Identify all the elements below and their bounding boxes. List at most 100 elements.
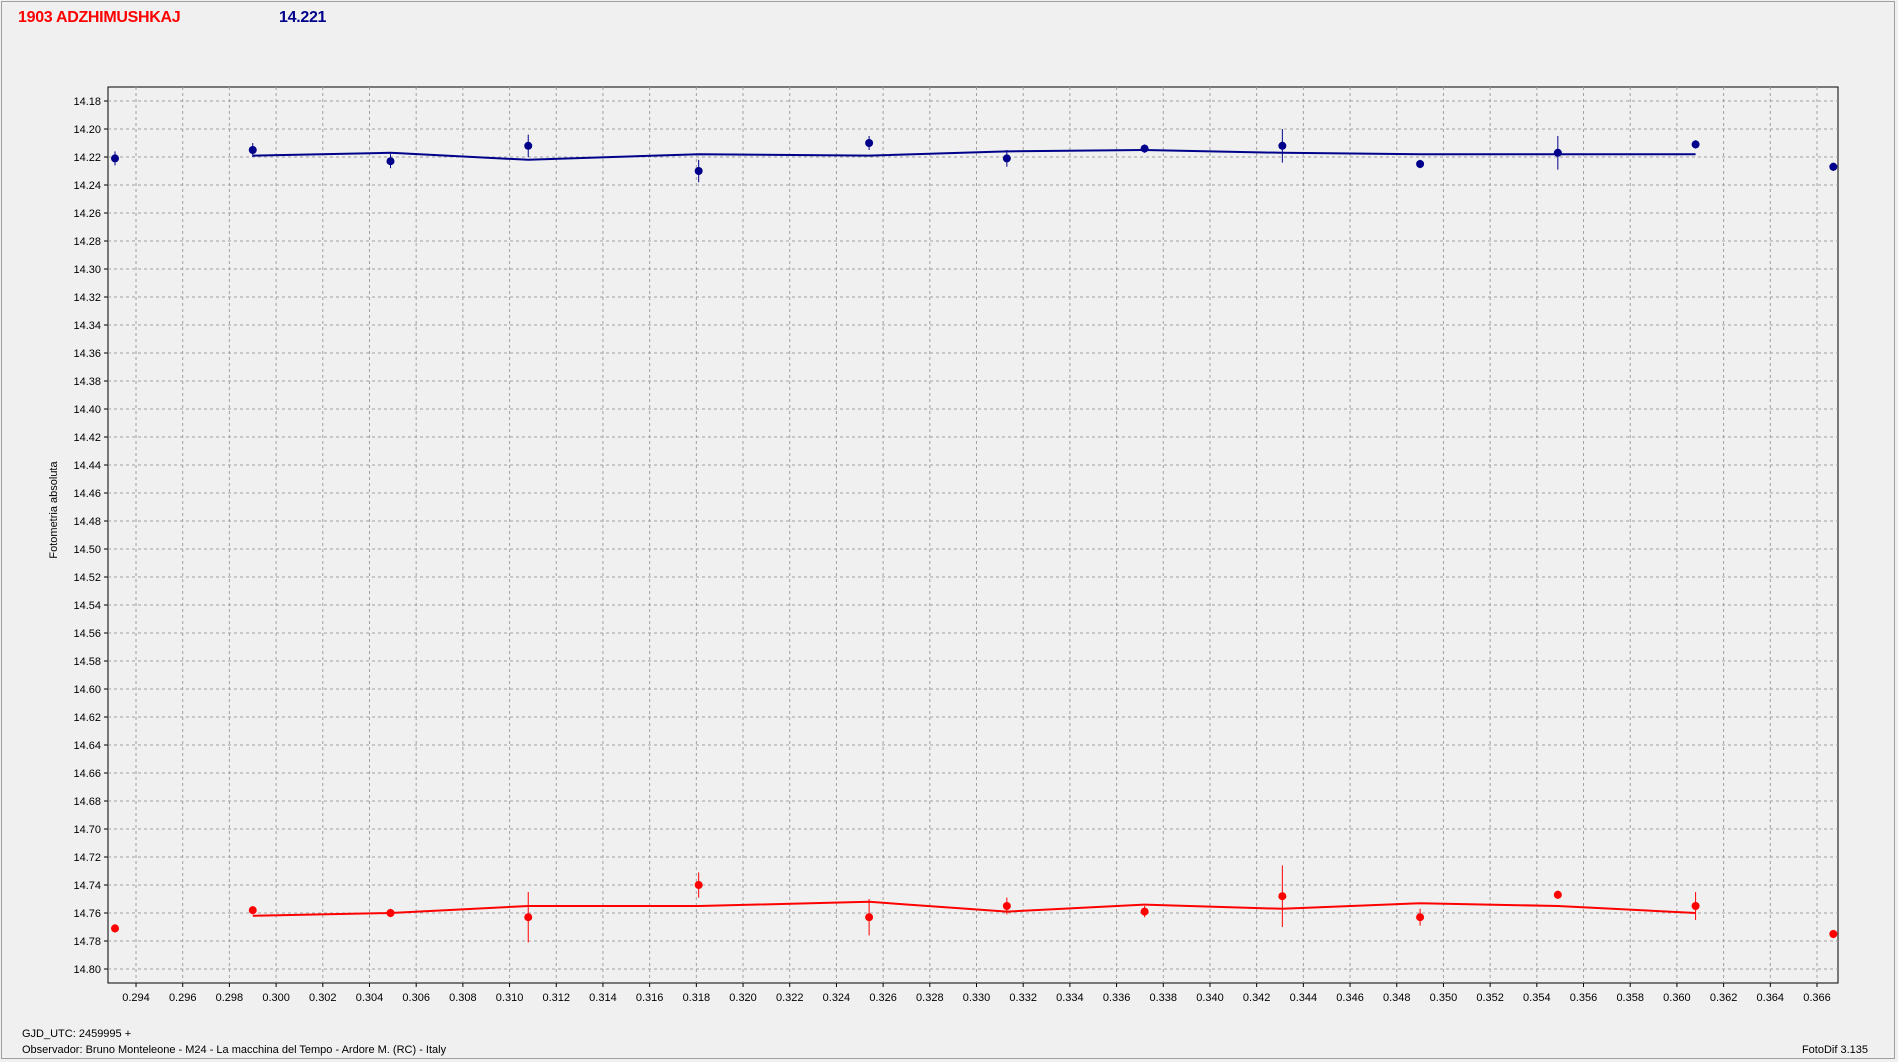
- data-point: [1829, 162, 1838, 171]
- data-point: [1691, 140, 1700, 149]
- data-point: [386, 157, 395, 166]
- data-point: [694, 881, 703, 889]
- x-tick-label: 0.360: [1663, 992, 1691, 1004]
- data-point: [1553, 148, 1562, 157]
- x-tick-label: 0.304: [356, 992, 384, 1004]
- x-tick-label: 0.354: [1523, 992, 1551, 1004]
- y-tick-label: 14.42: [73, 432, 101, 444]
- data-point: [524, 141, 533, 150]
- y-tick-label: 14.80: [73, 964, 101, 976]
- x-tick-label: 0.328: [916, 992, 944, 1004]
- x-tick-label: 0.312: [542, 992, 570, 1004]
- y-tick-label: 14.56: [73, 628, 101, 640]
- y-tick-label: 14.32: [73, 292, 101, 304]
- data-point: [1278, 892, 1287, 901]
- y-tick-label: 14.22: [73, 152, 101, 164]
- data-point: [1691, 902, 1700, 910]
- x-tick-label: 0.340: [1196, 992, 1224, 1004]
- data-point: [1140, 907, 1149, 916]
- gjd-label: GJD_UTC: 2459995 +: [22, 1028, 132, 1040]
- y-tick-label: 14.64: [73, 740, 101, 752]
- y-tick-label: 14.40: [73, 404, 101, 416]
- observer-label: Observador: Bruno Monteleone - M24 - La …: [22, 1044, 447, 1056]
- software-version: FotoDif 3.135: [1801, 1044, 1868, 1056]
- y-tick-label: 14.36: [73, 348, 101, 360]
- x-tick-label: 0.314: [589, 992, 617, 1004]
- y-tick-label: 14.72: [73, 852, 101, 864]
- y-tick-label: 14.74: [73, 880, 101, 892]
- data-point: [1002, 902, 1011, 910]
- data-point: [694, 167, 703, 175]
- x-tick-label: 0.356: [1570, 992, 1598, 1004]
- y-tick-label: 14.60: [73, 684, 101, 696]
- y-tick-label: 14.66: [73, 768, 101, 780]
- data-point: [865, 139, 874, 147]
- x-tick-label: 0.318: [683, 992, 711, 1004]
- y-tick-label: 14.46: [73, 488, 101, 500]
- x-tick-label: 0.330: [963, 992, 991, 1004]
- data-point: [248, 146, 257, 154]
- y-tick-label: 14.54: [73, 600, 101, 612]
- x-tick-label: 0.342: [1243, 992, 1271, 1004]
- y-tick-label: 14.20: [73, 124, 101, 136]
- y-tick-label: 14.28: [73, 236, 101, 248]
- y-tick-label: 14.58: [73, 656, 101, 668]
- x-tick-label: 0.294: [122, 992, 150, 1004]
- y-tick-label: 14.70: [73, 824, 101, 836]
- plot-area: [107, 86, 1839, 984]
- y-tick-label: 14.50: [73, 544, 101, 556]
- y-tick-label: 14.68: [73, 796, 101, 808]
- data-point: [1416, 913, 1425, 922]
- y-tick-label: 14.48: [73, 516, 101, 528]
- data-point: [111, 924, 120, 933]
- x-tick-label: 0.302: [309, 992, 337, 1004]
- data-point: [111, 154, 120, 163]
- y-tick-label: 14.76: [73, 908, 101, 920]
- y-axis-label: Fotometria absoluta: [48, 461, 60, 559]
- y-tick-label: 14.26: [73, 208, 101, 220]
- x-tick-label: 0.316: [636, 992, 664, 1004]
- y-tick-label: 14.30: [73, 264, 101, 276]
- y-tick-label: 14.62: [73, 712, 101, 724]
- data-point: [1002, 154, 1011, 163]
- y-tick-label: 14.24: [73, 180, 101, 192]
- x-tick-label: 0.300: [262, 992, 290, 1004]
- x-tick-label: 0.298: [216, 992, 244, 1004]
- y-tick-label: 14.44: [73, 460, 101, 472]
- x-tick-label: 0.362: [1710, 992, 1738, 1004]
- x-tick-label: 0.334: [1056, 992, 1084, 1004]
- x-tick-label: 0.310: [496, 992, 524, 1004]
- x-tick-label: 0.364: [1757, 992, 1785, 1004]
- data-point: [1140, 144, 1149, 153]
- x-tick-label: 0.326: [869, 992, 897, 1004]
- y-tick-label: 14.52: [73, 572, 101, 584]
- x-tick-label: 0.350: [1430, 992, 1458, 1004]
- data-point: [386, 909, 395, 917]
- x-tick-label: 0.320: [729, 992, 757, 1004]
- y-tick-label: 14.34: [73, 320, 101, 332]
- x-tick-label: 0.336: [1103, 992, 1131, 1004]
- data-point: [1553, 890, 1562, 899]
- y-tick-label: 14.38: [73, 376, 101, 388]
- light-curve-chart: 14.18 14.20 14.22 14.24 14.26 14.28 14.30 14.32…: [48, 86, 1839, 1004]
- data-point: [1416, 160, 1425, 168]
- data-point: [1278, 141, 1287, 150]
- x-tick-label: 0.322: [776, 992, 804, 1004]
- y-tick-label: 14.78: [73, 936, 101, 948]
- data-point: [248, 906, 257, 915]
- x-tick-label: 0.348: [1383, 992, 1411, 1004]
- data-point: [524, 913, 533, 922]
- x-tick-label: 0.358: [1616, 992, 1644, 1004]
- x-tick-label: 0.338: [1150, 992, 1178, 1004]
- x-tick-label: 0.346: [1336, 992, 1364, 1004]
- x-tick-label: 0.344: [1290, 992, 1318, 1004]
- x-tick-label: 0.296: [169, 992, 197, 1004]
- data-point: [1829, 930, 1838, 938]
- x-tick-label: 0.332: [1009, 992, 1037, 1004]
- y-tick-label: 14.18: [73, 96, 101, 108]
- data-point: [865, 913, 874, 922]
- x-tick-label: 0.306: [402, 992, 430, 1004]
- x-tick-label: 0.308: [449, 992, 477, 1004]
- x-tick-label: 0.352: [1476, 992, 1504, 1004]
- x-tick-label: 0.366: [1803, 992, 1831, 1004]
